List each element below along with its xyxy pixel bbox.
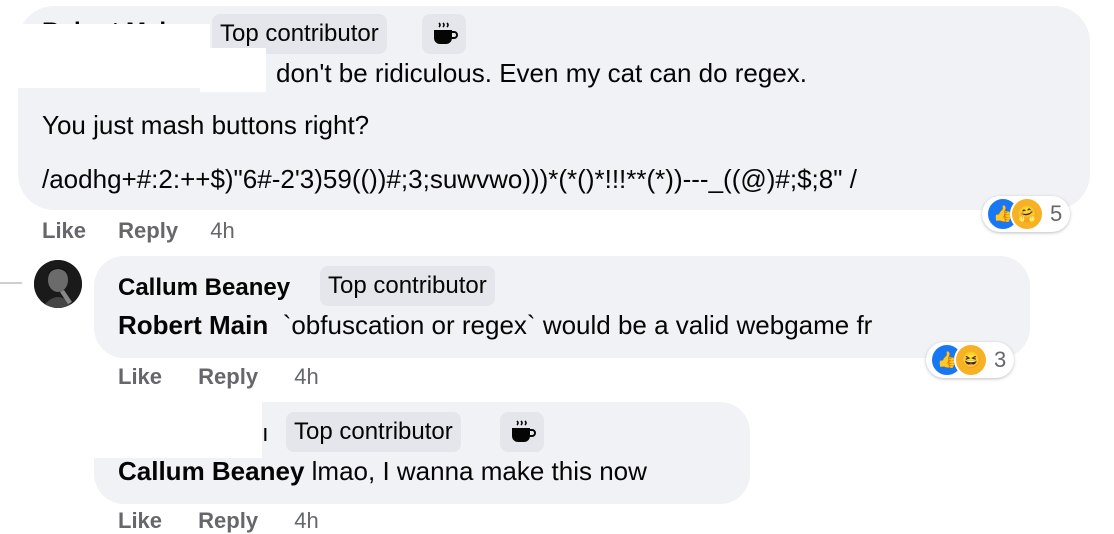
comment-text: /aodhg+#:2:++$)"6#-2'3)59(())#;3;suwvwo)… xyxy=(42,164,857,194)
comment-actions: Like Reply 4h xyxy=(118,364,319,390)
comment-body: `obfuscation or regex` would be a valid … xyxy=(282,310,873,340)
redaction-box xyxy=(200,48,266,92)
redaction-box xyxy=(0,396,262,458)
care-emoji-icon: 🤗 xyxy=(1010,197,1044,231)
mention[interactable]: Robert Main xyxy=(118,310,268,340)
timestamp[interactable]: 4h xyxy=(294,364,318,389)
coffee-cup-icon xyxy=(500,412,544,452)
comment-author-name[interactable]: ı xyxy=(262,420,269,448)
comment-text: don't be ridiculous. Even my cat can do … xyxy=(276,58,808,88)
comment-author-name[interactable]: Callum Beaney xyxy=(118,274,290,302)
reaction-count: 5 xyxy=(1050,201,1063,226)
reaction-summary[interactable]: 👍 😆 3 xyxy=(926,342,1015,378)
comment-body: lmao, I wanna make this now xyxy=(311,456,647,486)
top-contributor-badge[interactable]: Top contributor xyxy=(286,412,461,452)
reply-button[interactable]: Reply xyxy=(198,508,258,533)
comment-bubble xyxy=(94,256,1030,358)
reaction-summary[interactable]: 👍 🤗 5 xyxy=(982,196,1071,232)
reply-button[interactable]: Reply xyxy=(118,218,178,243)
like-button[interactable]: Like xyxy=(42,218,86,243)
comment-text: Robert Main `obfuscation or regex` would… xyxy=(118,310,872,341)
timestamp[interactable]: 4h xyxy=(210,218,234,243)
reaction-count: 3 xyxy=(994,347,1007,372)
comment-actions: Like Reply 4h xyxy=(42,218,235,244)
coffee-cup-icon xyxy=(422,14,466,54)
avatar[interactable] xyxy=(34,260,82,308)
comment-text: You just mash buttons right? xyxy=(42,110,370,140)
like-button[interactable]: Like xyxy=(118,508,162,533)
top-contributor-badge[interactable]: Top contributor xyxy=(320,266,495,306)
timestamp[interactable]: 4h xyxy=(294,508,318,533)
mention[interactable]: Callum Beaney xyxy=(118,456,304,486)
reply-button[interactable]: Reply xyxy=(198,364,258,389)
comment-actions: Like Reply 4h xyxy=(118,508,319,534)
thread-line xyxy=(0,282,22,284)
like-button[interactable]: Like xyxy=(118,364,162,389)
laughing-emoji-icon: 😆 xyxy=(954,343,988,377)
redaction-box xyxy=(0,24,210,88)
comment-text: Callum Beaney lmao, I wanna make this no… xyxy=(118,456,647,487)
